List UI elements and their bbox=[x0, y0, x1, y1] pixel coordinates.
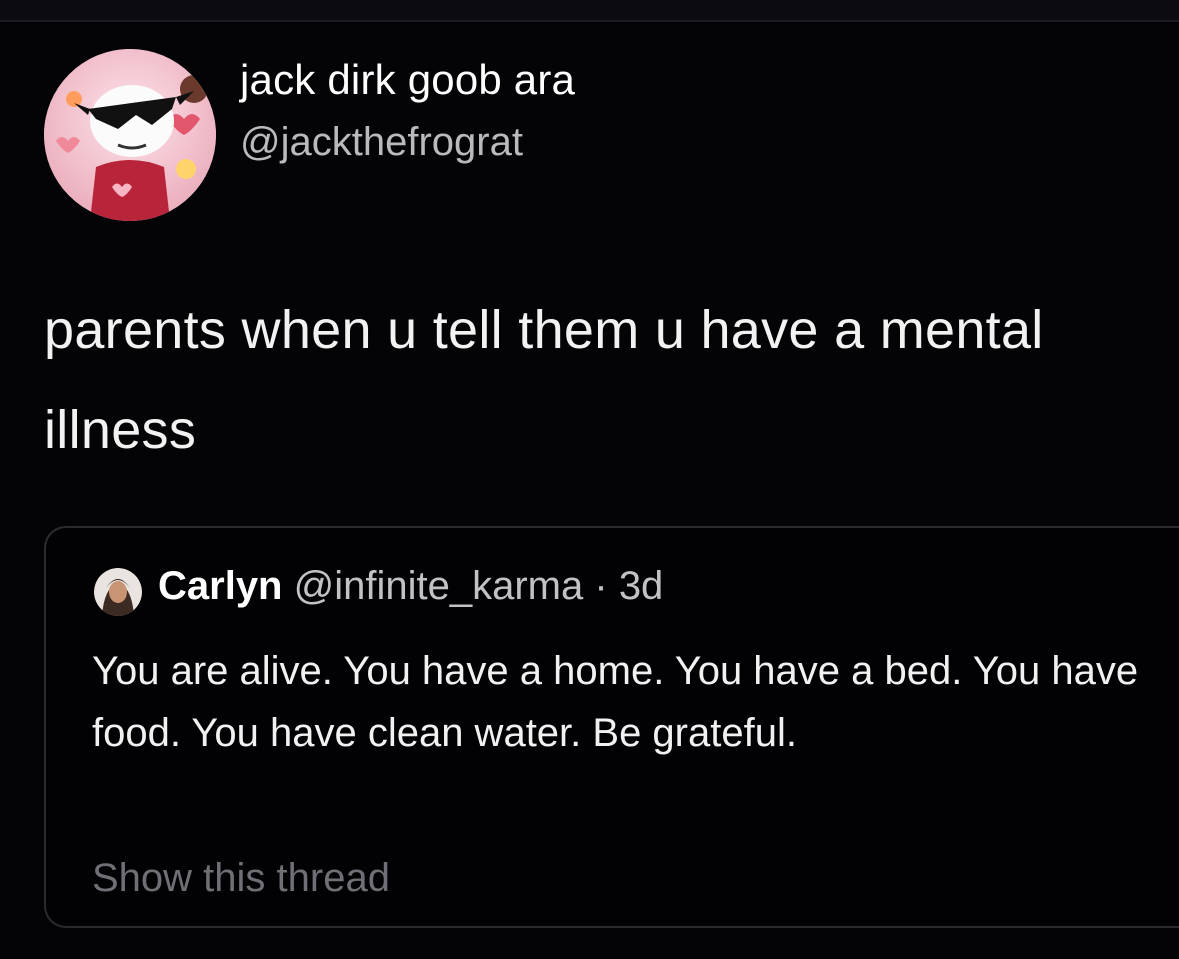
timestamp-separator: · bbox=[594, 564, 608, 608]
quoted-tweet-header: Carlyn @infinite_karma · 3d bbox=[158, 564, 663, 609]
author-avatar[interactable] bbox=[44, 49, 216, 221]
author-handle[interactable]: @jackthefrograt bbox=[240, 120, 523, 165]
quoted-tweet-timestamp[interactable]: 3d bbox=[619, 564, 664, 608]
quoted-avatar-photo-icon bbox=[94, 568, 142, 616]
avatar-illustration-icon bbox=[44, 49, 216, 221]
quoted-author-handle[interactable]: @infinite_karma bbox=[294, 564, 584, 608]
tweet: jack dirk goob ara @jackthefrograt paren… bbox=[0, 22, 1179, 959]
show-thread-link[interactable]: Show this thread bbox=[92, 856, 390, 901]
quoted-tweet-card[interactable]: Carlyn @infinite_karma · 3d You are aliv… bbox=[44, 526, 1179, 928]
tweet-text: parents when u tell them u have a mental… bbox=[44, 300, 1044, 460]
top-strip bbox=[0, 0, 1179, 22]
author-display-name[interactable]: jack dirk goob ara bbox=[240, 56, 575, 104]
quoted-author-name[interactable]: Carlyn bbox=[158, 564, 283, 608]
quoted-tweet-text: You are alive. You have a home. You have… bbox=[92, 649, 1139, 755]
quoted-author-avatar[interactable] bbox=[94, 568, 142, 616]
